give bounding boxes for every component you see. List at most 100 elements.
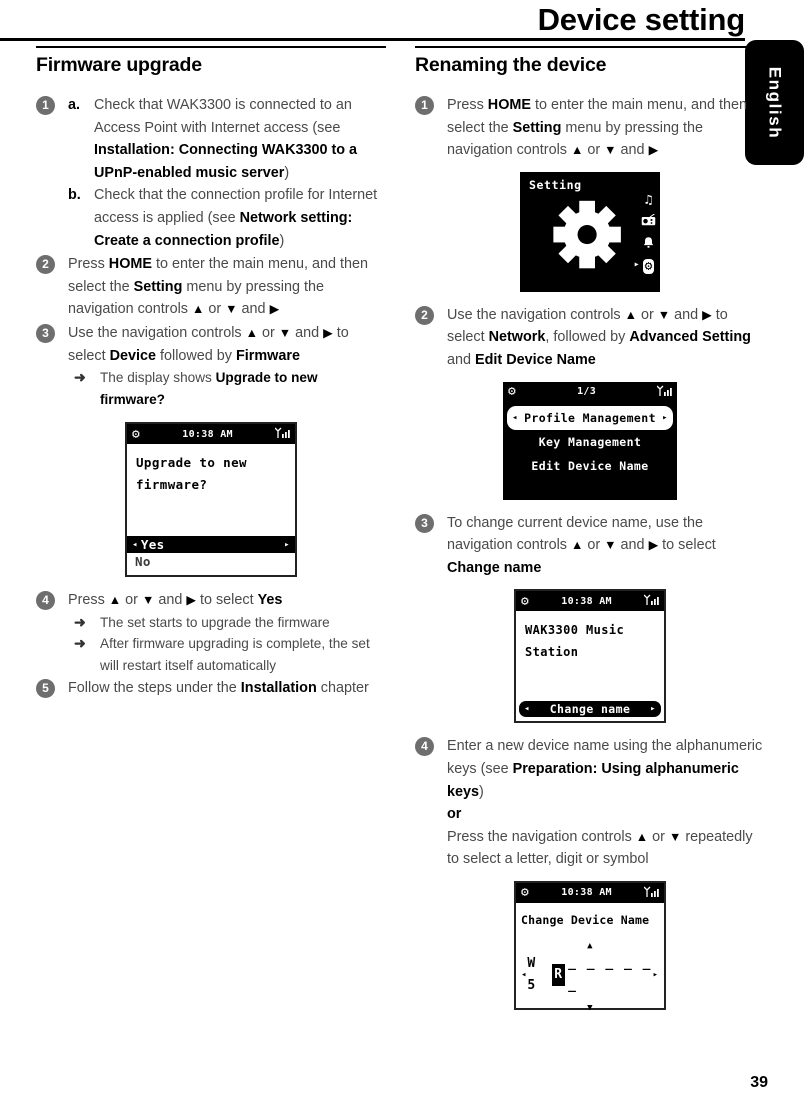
signal-bars-icon xyxy=(656,385,672,396)
large-gear-icon xyxy=(553,200,621,269)
lcd-screen-device-name: ⚙ 10:38 AM WAK3300 Music Station ◂ Chang xyxy=(514,589,666,724)
result-text: After firmware upgrading is complete, th… xyxy=(100,636,370,673)
entered-characters: W 5 xyxy=(527,955,537,993)
bell-icon[interactable] xyxy=(642,236,655,252)
lcd-menu-item[interactable]: Key Management xyxy=(507,430,673,454)
character-entry-row[interactable]: ◂ W 5 R _ _ _ _ _ _ ▸ xyxy=(521,953,659,997)
lcd-option-label: Yes xyxy=(140,537,165,553)
signal-bars-icon xyxy=(643,594,659,606)
step-body: To change current device name, use the n… xyxy=(447,514,716,576)
step-number-badge: 2 xyxy=(415,305,434,325)
bell-glyph xyxy=(643,237,654,248)
lcd-screen-setting-home: Setting ♫ ▸ ⚙ xyxy=(520,171,660,292)
lcd-firmware-wrapper: ⚙ 10:38 AM Upgrade to new firmware? ◂ Ye xyxy=(36,422,386,578)
caret-right-icon: ▸ xyxy=(284,539,290,550)
lcd-network-menu-wrapper: ⚙ 1/3 ◂ Profile Management ▸ Key Managem… xyxy=(415,381,765,500)
lcd-menu-item[interactable]: Edit Device Name xyxy=(507,454,673,478)
lcd-content: WAK3300 Music Station xyxy=(516,611,664,701)
lcd-content: ◂ Profile Management ▸ Key Management Ed… xyxy=(503,401,677,500)
gear-icon: ⚙ xyxy=(521,593,530,609)
lcd-time: 10:38 AM xyxy=(561,887,612,899)
step-item: 4 Enter a new device name using the alph… xyxy=(415,735,765,871)
lcd-option-no[interactable]: No xyxy=(127,553,295,575)
step-body: a. Check that WAK3300 is connected to an… xyxy=(68,94,386,252)
empty-character-slots: _ _ _ _ _ _ xyxy=(568,955,653,993)
step-item: 1 a. Check that WAK3300 is connected to … xyxy=(36,94,386,252)
lcd-menu-item-label: Profile Management xyxy=(524,410,656,425)
music-note-icon[interactable]: ♫ xyxy=(645,194,653,207)
result-text: The set starts to upgrade the firmware xyxy=(100,614,330,630)
lcd-time: 10:38 AM xyxy=(182,428,233,440)
lcd-status-bar: ⚙ 10:38 AM xyxy=(127,424,295,445)
step-result: ➜ The display shows Upgrade to new firmw… xyxy=(70,367,386,410)
lcd-option-label: No xyxy=(135,554,151,570)
step-item: 4 Press ▲ or ▼ and ▶ to select Yes ➜ The… xyxy=(36,589,386,676)
lcd-status-bar: ⚙ 10:38 AM xyxy=(516,591,664,612)
step-body: Press HOME to enter the main menu, and t… xyxy=(68,256,368,318)
lcd-text-line-2: Station xyxy=(525,645,579,660)
up-arrow-icon[interactable]: ▲ xyxy=(521,941,659,951)
page-title: Device setting xyxy=(537,2,746,37)
lcd-button-change-name[interactable]: ◂ Change name ▸ xyxy=(519,701,661,718)
step-item: 3 To change current device name, use the… xyxy=(415,512,765,580)
caret-right-icon: ▸ xyxy=(662,412,668,423)
radio-icon[interactable] xyxy=(641,213,656,229)
step-item: 3 Use the navigation controls ▲ or ▼ and… xyxy=(36,322,386,410)
right-column: Renaming the device 1 Press HOME to ente… xyxy=(415,46,765,1013)
lcd-button-label: Change name xyxy=(549,702,631,717)
result-text: The display shows Upgrade to new firmwar… xyxy=(100,370,318,407)
sub-step-text: Check that WAK3300 is connected to an Ac… xyxy=(94,97,358,181)
result-arrow-icon: ➜ xyxy=(74,369,86,386)
caret-right-icon: ▸ xyxy=(650,704,656,715)
step-number-badge: 3 xyxy=(36,323,55,343)
lcd-text-line-1: WAK3300 Music xyxy=(525,623,625,638)
gear-icon-active[interactable]: ⚙ xyxy=(634,258,655,274)
caret-right-icon[interactable]: ▸ xyxy=(653,964,659,986)
sub-step-marker: b. xyxy=(68,187,81,204)
step-result: ➜ The set starts to upgrade the firmware xyxy=(70,612,386,634)
signal-bars-icon xyxy=(643,886,659,897)
section-divider-right xyxy=(415,46,765,48)
step-number-badge: 5 xyxy=(36,679,55,699)
sub-step-a: a. Check that WAK3300 is connected to an… xyxy=(68,94,386,184)
section-heading-renaming-device: Renaming the device xyxy=(415,54,607,76)
result-arrow-icon: ➜ xyxy=(74,635,86,652)
step-number-badge: 1 xyxy=(415,96,434,115)
sub-step-text: Check that the connection profile for In… xyxy=(94,187,378,249)
left-column: Firmware upgrade 1 a. Check that WAK3300… xyxy=(36,46,386,701)
signal-icon xyxy=(656,385,672,399)
entry-characters: W 5 R _ _ _ _ _ _ xyxy=(527,953,652,997)
lcd-content: Change Device Name ▲ ◂ W 5 R _ _ _ _ _ _… xyxy=(516,903,664,1013)
down-arrow-icon[interactable]: ▼ xyxy=(521,1003,659,1013)
step-body: Press ▲ or ▼ and ▶ to select Yes xyxy=(68,592,283,609)
step-item: 5 Follow the steps under the Installatio… xyxy=(36,677,386,700)
step-number-badge: 1 xyxy=(36,96,55,115)
step-body: Follow the steps under the Installation … xyxy=(68,680,369,697)
signal-icon xyxy=(274,427,290,441)
lcd-screen-title: Change Device Name xyxy=(521,912,650,927)
lcd-screen-title: Setting xyxy=(529,177,582,192)
signal-icon xyxy=(643,594,659,608)
step-item: 1 Press HOME to enter the main menu, and… xyxy=(415,94,765,162)
sub-step-marker: a. xyxy=(68,97,81,113)
lcd-screen-change-device-name: ⚙ 10:38 AM Change Device Name ▲ ◂ W 5 R … xyxy=(514,880,666,1013)
step-number-badge: 3 xyxy=(415,513,434,533)
gear-icon xyxy=(551,198,623,274)
lcd-menu-item-selected[interactable]: ◂ Profile Management ▸ xyxy=(507,405,673,430)
lcd-option-yes[interactable]: ◂ Yes ▸ xyxy=(127,536,295,554)
step-number-badge: 2 xyxy=(36,255,55,275)
radio-glyph xyxy=(641,213,656,226)
lcd-content: Upgrade to new firmware? xyxy=(127,444,295,536)
step-result: ➜ After firmware upgrading is complete, … xyxy=(70,633,386,676)
lcd-screen-network-menu: ⚙ 1/3 ◂ Profile Management ▸ Key Managem… xyxy=(503,381,677,500)
lcd-menu-item-label: Edit Device Name xyxy=(531,458,649,473)
step-item: 2 Use the navigation controls ▲ or ▼ and… xyxy=(415,304,765,372)
section-heading-firmware-upgrade: Firmware upgrade xyxy=(36,54,202,76)
lcd-screen-firmware-upgrade: ⚙ 10:38 AM Upgrade to new firmware? ◂ Ye xyxy=(125,422,297,578)
step-body: Enter a new device name using the alphan… xyxy=(447,738,763,868)
step-number-badge: 4 xyxy=(36,591,55,611)
section-divider-left xyxy=(36,46,386,48)
lcd-change-name-wrapper: ⚙ 10:38 AM Change Device Name ▲ ◂ W 5 R … xyxy=(415,880,765,1013)
lcd-menu-item-label: Key Management xyxy=(538,434,642,449)
step-body: Use the navigation controls ▲ or ▼ and ▶… xyxy=(68,324,349,364)
